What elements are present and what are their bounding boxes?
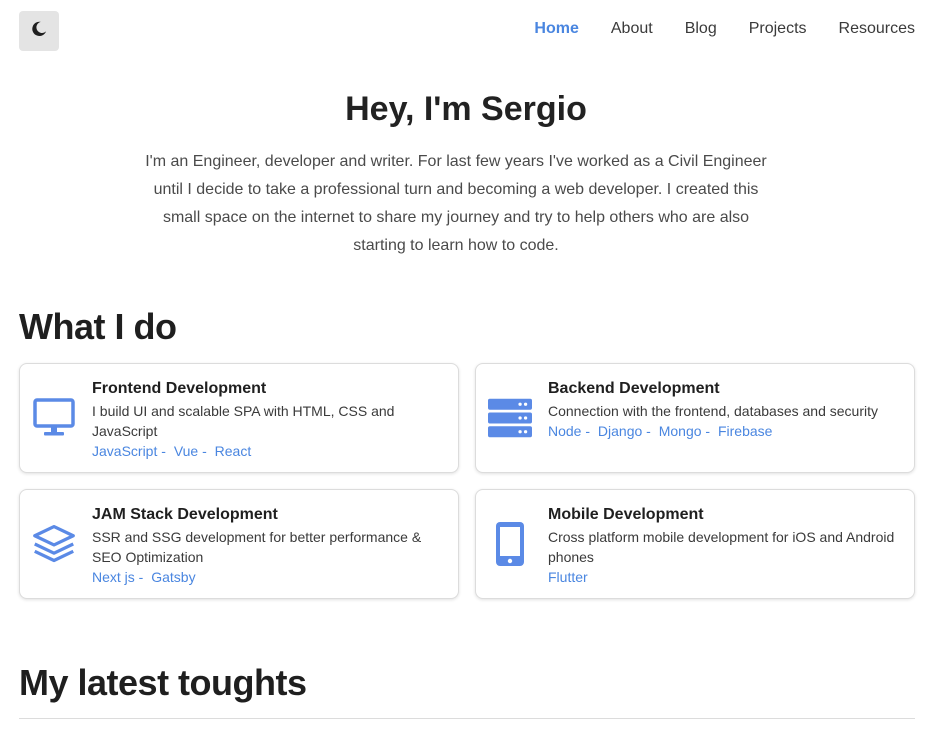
- theme-toggle-button[interactable]: [19, 11, 59, 51]
- hero-intro: I'm an Engineer, developer and writer. F…: [145, 153, 767, 254]
- tag-vue[interactable]: Vue -: [174, 443, 207, 459]
- card-tags: JavaScript - Vue - React: [92, 441, 446, 461]
- section-divider: [19, 718, 915, 719]
- service-card-frontend: Frontend Development I build UI and scal…: [19, 363, 459, 473]
- tag-django[interactable]: Django -: [598, 423, 651, 439]
- latest-thoughts-title: My latest toughts: [19, 662, 307, 703]
- service-card-backend: Backend Development Connection with the …: [475, 363, 915, 473]
- tag-firebase[interactable]: Firebase: [718, 423, 772, 439]
- card-tags: Node - Django - Mongo - Firebase: [548, 421, 902, 441]
- nav-home[interactable]: Home: [534, 20, 578, 38]
- card-tags: Flutter: [548, 567, 902, 587]
- nav-about[interactable]: About: [611, 20, 653, 38]
- tag-javascript[interactable]: JavaScript -: [92, 443, 166, 459]
- card-tags: Next js - Gatsby: [92, 567, 446, 587]
- card-title: Backend Development: [548, 380, 720, 397]
- card-description: Connection with the frontend, databases …: [548, 403, 878, 419]
- nav-blog[interactable]: Blog: [685, 20, 717, 38]
- layers-icon: [32, 522, 76, 566]
- site-header: Home About Blog Projects Resources: [0, 0, 948, 64]
- tag-nextjs[interactable]: Next js -: [92, 569, 143, 585]
- card-title: Frontend Development: [92, 380, 267, 397]
- server-icon: [488, 396, 532, 440]
- monitor-icon: [32, 396, 76, 440]
- hero-title: Hey, I'm Sergio: [345, 90, 587, 128]
- nav-projects[interactable]: Projects: [749, 20, 807, 38]
- tag-react[interactable]: React: [215, 443, 252, 459]
- service-card-jamstack: JAM Stack Development SSR and SSG develo…: [19, 489, 459, 599]
- tag-flutter[interactable]: Flutter: [548, 569, 588, 585]
- tag-gatsby[interactable]: Gatsby: [151, 569, 195, 585]
- service-card-mobile: Mobile Development Cross platform mobile…: [475, 489, 915, 599]
- card-title: JAM Stack Development: [92, 506, 278, 523]
- card-title: Mobile Development: [548, 506, 704, 523]
- tag-mongo[interactable]: Mongo -: [659, 423, 710, 439]
- tag-node[interactable]: Node -: [548, 423, 590, 439]
- card-description: SSR and SSG development for better perfo…: [92, 529, 422, 565]
- moon-icon: [30, 20, 48, 43]
- card-description: I build UI and scalable SPA with HTML, C…: [92, 403, 395, 439]
- main-nav: Home About Blog Projects Resources: [534, 20, 915, 38]
- nav-resources[interactable]: Resources: [839, 20, 915, 38]
- mobile-phone-icon: [488, 522, 532, 566]
- what-i-do-title: What I do: [19, 306, 177, 347]
- card-description: Cross platform mobile development for iO…: [548, 529, 895, 565]
